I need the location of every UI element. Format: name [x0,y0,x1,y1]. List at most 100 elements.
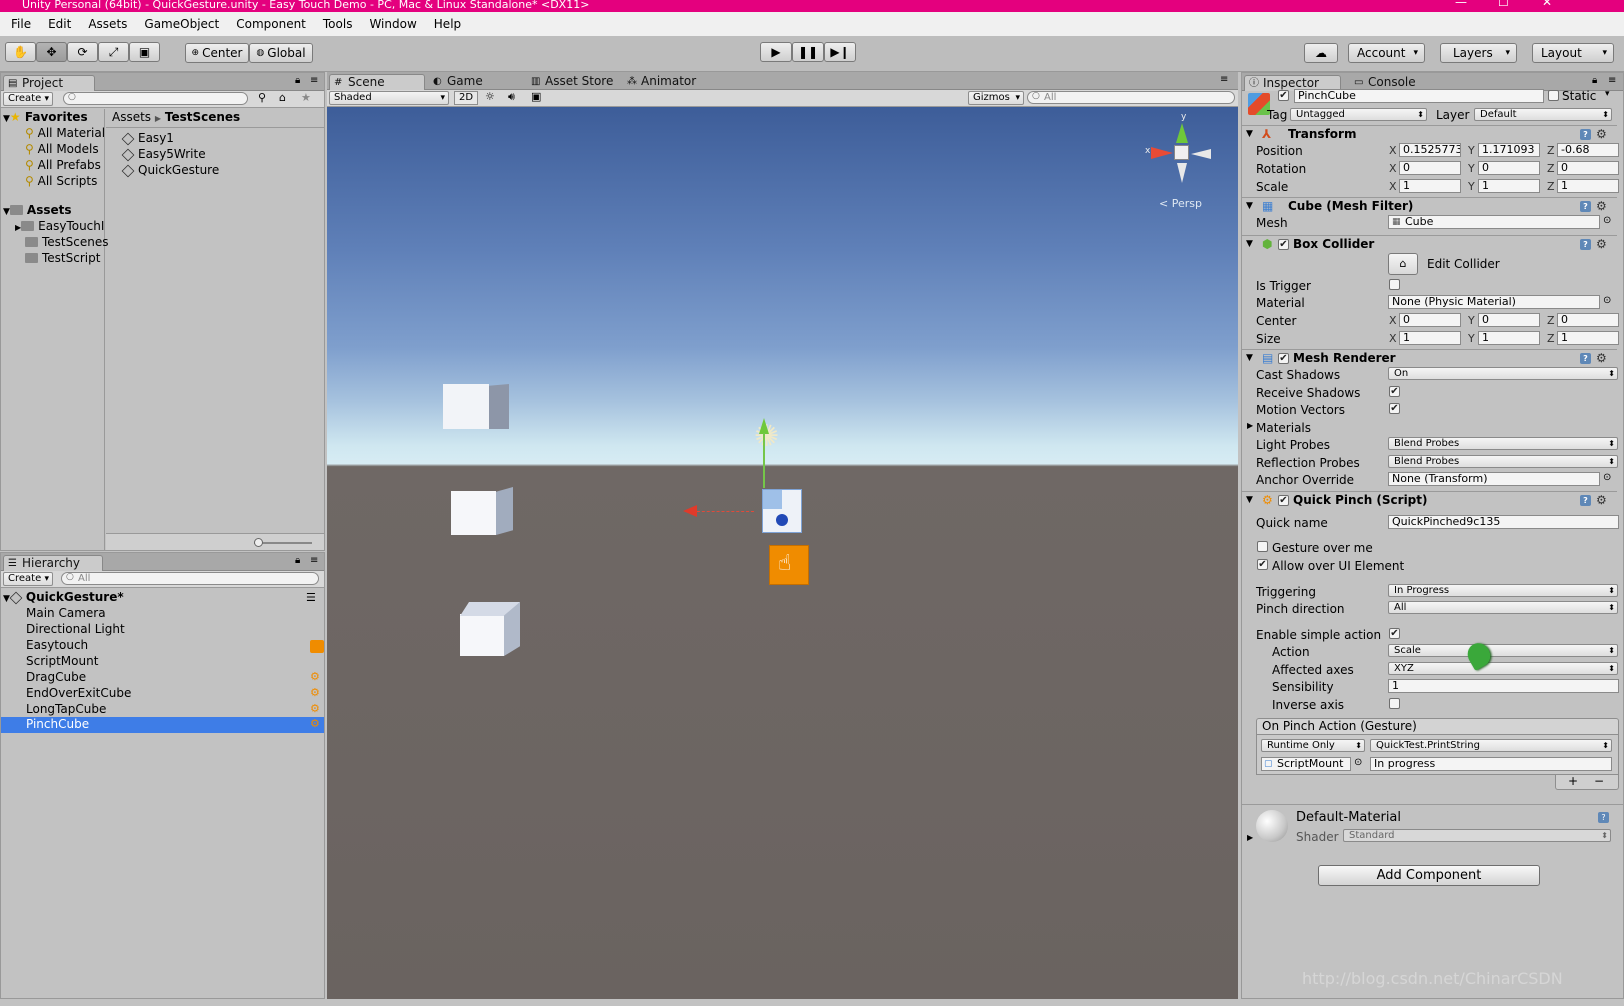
easytouch-gizmo-icon[interactable]: ☝ [769,545,809,585]
audio-icon[interactable]: 🔊︎ [508,90,515,104]
pinch-direction-dropdown[interactable]: All [1388,601,1618,614]
event-function-dropdown[interactable]: QuickTest.PrintString [1370,739,1612,752]
position-z-field[interactable]: -0.68 [1557,143,1619,157]
gizmo-y-axis-icon[interactable] [1176,123,1188,143]
runtime-mode-dropdown[interactable]: Runtime Only [1261,739,1365,752]
asset-folder-item[interactable]: TestScenes [25,235,108,250]
panel-menu-icon[interactable]: ≡ [310,75,318,86]
hierarchy-item[interactable]: EndOverExitCube [26,686,131,701]
hierarchy-item[interactable]: LongTapCube [26,702,106,717]
position-y-field[interactable]: 1.171093 [1478,143,1540,157]
box-collider-header[interactable]: ▼ ⬢ ✔ Box Collider ? ⚙ [1242,235,1617,253]
help-icon[interactable]: ? [1580,239,1591,250]
static-checkbox[interactable] [1548,90,1559,101]
menu-assets[interactable]: Assets [79,17,135,31]
add-component-button[interactable]: Add Component [1318,865,1540,886]
play-button[interactable]: ▶ [760,42,792,62]
cast-shadows-dropdown[interactable]: On [1388,367,1618,380]
light-probes-dropdown[interactable]: Blend Probes [1388,437,1618,450]
gizmo-center-cube[interactable] [1174,145,1189,160]
action-dropdown[interactable]: Scale [1388,644,1618,657]
minimize-icon[interactable]: — [1455,0,1467,8]
gizmo-x-axis-icon[interactable] [1151,147,1173,159]
gear-icon[interactable]: ⚙ [1596,350,1607,367]
layer-dropdown[interactable]: Default [1474,108,1612,121]
object-picker-icon[interactable]: ⊙ [1603,215,1611,226]
pivot-center-button[interactable]: ⊕ Center [185,43,249,63]
y-axis-arrow-icon[interactable] [759,418,769,434]
account-dropdown[interactable]: Account ▾ [1348,43,1425,63]
gesture-over-me-checkbox[interactable] [1257,541,1268,552]
object-picker-icon[interactable]: ⊙ [1603,295,1611,306]
scene-menu-icon[interactable]: ☰ [306,591,316,604]
sensibility-field[interactable]: 1 [1388,679,1619,693]
menu-tools[interactable]: Tools [314,17,361,31]
event-target-field[interactable]: ▢ ScriptMount [1261,757,1351,771]
anchor-override-field[interactable]: None (Transform) [1388,472,1600,486]
shader-dropdown[interactable]: Standard [1343,829,1611,842]
scene-root[interactable]: ▼ QuickGesture* [3,590,124,607]
maximize-icon[interactable]: ☐ [1498,0,1509,8]
quick-pinch-header[interactable]: ▼ ⚙ ✔ Quick Pinch (Script) ? ⚙ [1242,491,1617,509]
effects-icon[interactable]: ▣ [531,90,541,103]
zoom-slider-handle[interactable] [254,538,263,547]
pause-button[interactable]: ❚❚ [792,42,824,62]
scene-search-input[interactable]: All [1027,91,1235,104]
scene-orientation-gizmo[interactable]: y x [1145,112,1217,189]
2d-toggle[interactable]: 2D [454,91,478,105]
box-collider-enabled-checkbox[interactable]: ✔ [1278,239,1289,250]
object-name-field[interactable]: PinchCube [1294,89,1544,103]
menu-file[interactable]: File [2,17,39,31]
close-icon[interactable]: ✕ [1542,0,1552,8]
layout-dropdown[interactable]: Layout ▾ [1532,43,1614,63]
rotate-tool-button[interactable]: ⟳ [67,42,98,62]
gizmo-neg-y-icon[interactable] [1177,163,1187,183]
favorite-item[interactable]: ⚲ All Scripts [25,174,97,189]
tab-animator[interactable]: ⁂ Animator [623,74,702,90]
project-create-dropdown[interactable]: Create [3,92,53,106]
filter-type-icon[interactable]: ⚲ [258,91,266,104]
transform-header[interactable]: ▼ ⅄ Transform ? ⚙ [1242,125,1617,143]
hand-tool-button[interactable]: ✋ [5,42,36,62]
scale-x-field[interactable]: 1 [1399,179,1461,193]
reflection-probes-dropdown[interactable]: Blend Probes [1388,455,1618,468]
hierarchy-item[interactable]: Directional Light [26,622,125,637]
object-picker-icon[interactable]: ⊙ [1354,757,1362,768]
pinch-cube-selected[interactable] [762,489,802,533]
scale-tool-button[interactable]: ⤢ [98,42,129,62]
favorites-header[interactable]: ▼★ Favorites [3,110,88,127]
gear-icon[interactable]: ⚙ [1596,126,1607,143]
rotation-x-field[interactable]: 0 [1399,161,1461,175]
center-x-field[interactable]: 0 [1399,313,1461,327]
motion-vectors-checkbox[interactable]: ✔ [1389,403,1400,414]
tab-asset-store[interactable]: ▥ Asset Store [527,74,619,90]
center-y-field[interactable]: 0 [1478,313,1540,327]
quick-pinch-enabled-checkbox[interactable]: ✔ [1278,495,1289,506]
tag-dropdown[interactable]: Untagged [1290,108,1427,121]
help-icon[interactable]: ? [1580,129,1591,140]
shading-mode-dropdown[interactable]: Shaded [329,91,449,105]
cloud-button[interactable]: ☁ [1304,43,1338,63]
label-tag-icon[interactable]: ⌂ [279,91,286,104]
lock-icon[interactable]: 🔒︎ [295,75,300,86]
menu-window[interactable]: Window [360,17,424,31]
panel-menu-icon[interactable]: ≡ [1220,74,1228,85]
size-y-field[interactable]: 1 [1478,331,1540,345]
collapse-arrow-icon[interactable]: ▶ [1247,421,1253,430]
favorite-item[interactable]: ⚲ All Prefabs [25,158,101,173]
scene-file-item[interactable]: Easy5Write [121,147,206,162]
mesh-filter-header[interactable]: ▼ ▦ Cube (Mesh Filter) ? ⚙ [1242,197,1617,215]
help-icon[interactable]: ? [1598,812,1609,823]
affected-axes-dropdown[interactable]: XYZ [1388,662,1618,675]
favorite-item[interactable]: ⚲ All Material [25,126,105,141]
object-active-checkbox[interactable]: ✔ [1278,90,1289,101]
hierarchy-create-dropdown[interactable]: Create [3,572,53,586]
scale-y-field[interactable]: 1 [1478,179,1540,193]
scene-viewport[interactable]: y x < Persp ✺ ☝ [327,107,1238,999]
object-picker-icon[interactable]: ⊙ [1603,472,1611,483]
lighting-icon[interactable]: ☼ [485,90,495,103]
gizmo-neg-x-icon[interactable] [1191,149,1211,159]
event-argument-field[interactable]: In progress [1370,757,1612,771]
favorite-item[interactable]: ⚲ All Models [25,142,99,157]
x-axis-arrow-icon[interactable] [683,505,697,517]
